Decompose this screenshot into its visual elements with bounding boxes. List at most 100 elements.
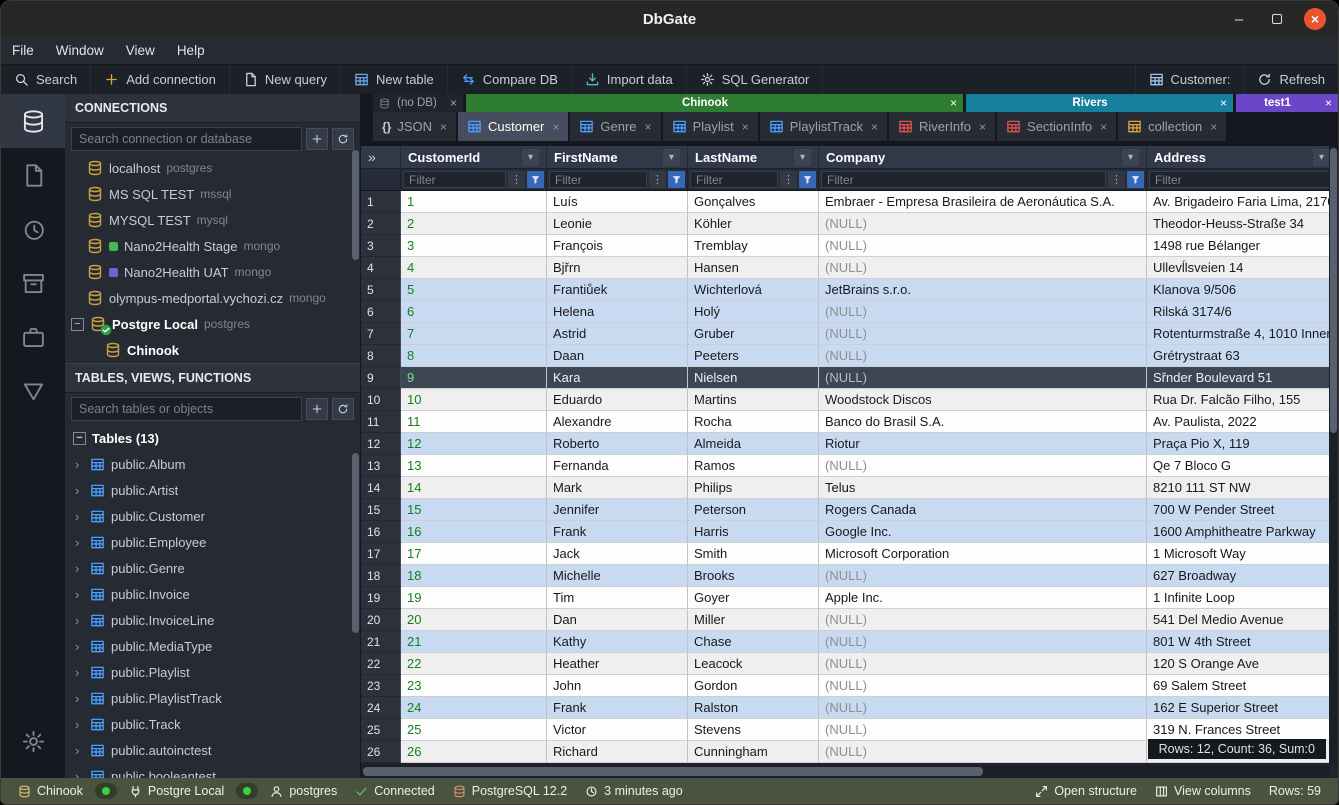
- cell[interactable]: Nielsen: [688, 367, 819, 389]
- filter-input-company[interactable]: [821, 171, 1106, 188]
- cell[interactable]: Chase: [688, 631, 819, 653]
- cell[interactable]: 20: [401, 609, 547, 631]
- toolbar-import-data[interactable]: Import data: [572, 65, 687, 94]
- cell[interactable]: Praça Pio X, 119: [1147, 433, 1338, 455]
- tables-scrollbar[interactable]: [352, 453, 359, 633]
- table-item-public-invoiceline[interactable]: ›public.InvoiceLine: [65, 607, 360, 633]
- connection-status-pill[interactable]: [236, 783, 258, 799]
- cell[interactable]: 21: [401, 631, 547, 653]
- row-number[interactable]: 21: [361, 631, 401, 653]
- status-postgre-local[interactable]: Postgre Local: [120, 784, 233, 798]
- cell[interactable]: 4: [401, 257, 547, 279]
- chevron-right-icon[interactable]: ›: [75, 639, 84, 654]
- toolbar-compare-db[interactable]: Compare DB: [448, 65, 572, 94]
- cell[interactable]: 801 W 4th Street: [1147, 631, 1338, 653]
- cell[interactable]: Tim: [547, 587, 688, 609]
- status-postgres[interactable]: postgres: [261, 784, 346, 798]
- cell[interactable]: 9: [401, 367, 547, 389]
- table-row[interactable]: 11LuísGonçalvesEmbraer - Empresa Brasile…: [361, 191, 1338, 213]
- cell[interactable]: Ralston: [688, 697, 819, 719]
- connection-olympus-medportal-vychozi-cz[interactable]: olympus-medportal.vychozi.czmongo: [65, 285, 360, 311]
- cell[interactable]: Kara: [547, 367, 688, 389]
- rail-file-button[interactable]: [1, 148, 65, 202]
- filter-input-address[interactable]: [1149, 171, 1335, 188]
- row-number[interactable]: 6: [361, 301, 401, 323]
- cell[interactable]: Ullevĺlsveien 14: [1147, 257, 1338, 279]
- table-item-public-booleantest[interactable]: ›public.booleantest: [65, 763, 360, 778]
- cell[interactable]: Helena: [547, 301, 688, 323]
- cell[interactable]: 319 N. Frances Street: [1147, 719, 1338, 741]
- tab-genre[interactable]: Genre×: [570, 112, 662, 141]
- cell[interactable]: Almeida: [688, 433, 819, 455]
- close-icon[interactable]: ×: [1208, 120, 1217, 134]
- column-header-address[interactable]: Address▾: [1147, 146, 1338, 168]
- table-row[interactable]: 88DaanPeeters(NULL)Grétrystraat 63: [361, 345, 1338, 367]
- cell[interactable]: Riotur: [819, 433, 1147, 455]
- cell[interactable]: (NULL): [819, 565, 1147, 587]
- cell[interactable]: 26: [401, 741, 547, 763]
- cell[interactable]: (NULL): [819, 235, 1147, 257]
- toolbar-search[interactable]: Search: [1, 65, 91, 94]
- column-header-company[interactable]: Company▾: [819, 146, 1147, 168]
- cell[interactable]: Theodor-Heuss-Straße 34: [1147, 213, 1338, 235]
- cell[interactable]: Eduardo: [547, 389, 688, 411]
- tab-customer[interactable]: Customer×: [458, 112, 570, 141]
- cell[interactable]: Holý: [688, 301, 819, 323]
- chevron-right-icon[interactable]: ›: [75, 691, 84, 706]
- cell[interactable]: Qe 7 Bloco G: [1147, 455, 1338, 477]
- cell[interactable]: 23: [401, 675, 547, 697]
- cell[interactable]: JetBrains s.r.o.: [819, 279, 1147, 301]
- cell[interactable]: Kathy: [547, 631, 688, 653]
- cell[interactable]: Astrid: [547, 323, 688, 345]
- table-row[interactable]: 1616FrankHarrisGoogle Inc.1600 Amphithea…: [361, 521, 1338, 543]
- table-row[interactable]: 2424FrankRalston(NULL)162 E Superior Str…: [361, 697, 1338, 719]
- status-view-columns[interactable]: View columns: [1146, 784, 1260, 798]
- status-rows-59[interactable]: Rows: 59: [1260, 784, 1330, 798]
- toolbar-customer[interactable]: Customer:: [1135, 65, 1244, 94]
- cell[interactable]: 3: [401, 235, 547, 257]
- row-number[interactable]: 14: [361, 477, 401, 499]
- row-number[interactable]: 9: [361, 367, 401, 389]
- table-row[interactable]: 99KaraNielsen(NULL)Sřnder Boulevard 51: [361, 367, 1338, 389]
- menu-dots-icon[interactable]: ⋮: [649, 171, 666, 188]
- cell[interactable]: Rua Dr. Falcão Filho, 155: [1147, 389, 1338, 411]
- menu-dots-icon[interactable]: ⋮: [1108, 171, 1125, 188]
- cell[interactable]: 6: [401, 301, 547, 323]
- row-number[interactable]: 11: [361, 411, 401, 433]
- table-item-public-album[interactable]: ›public.Album: [65, 451, 360, 477]
- chevron-right-icon[interactable]: ›: [75, 483, 84, 498]
- table-row[interactable]: 1717JackSmithMicrosoft Corporation1 Micr…: [361, 543, 1338, 565]
- row-number[interactable]: 26: [361, 741, 401, 763]
- row-number[interactable]: 3: [361, 235, 401, 257]
- cell[interactable]: Brooks: [688, 565, 819, 587]
- close-icon[interactable]: ×: [438, 120, 447, 134]
- cell[interactable]: (NULL): [819, 675, 1147, 697]
- status-connected[interactable]: Connected: [346, 784, 443, 798]
- refresh-tables-button[interactable]: [332, 398, 354, 420]
- menu-item-view[interactable]: View: [115, 38, 166, 63]
- connection-localhost[interactable]: localhostpostgres: [65, 155, 360, 181]
- chevron-right-icon[interactable]: ›: [75, 717, 84, 732]
- cell[interactable]: Woodstock Discos: [819, 389, 1147, 411]
- rail-briefcase-button[interactable]: [1, 310, 65, 364]
- chevron-right-icon[interactable]: ›: [75, 457, 84, 472]
- filter-funnel-icon[interactable]: [668, 171, 685, 188]
- cell[interactable]: Philips: [688, 477, 819, 499]
- table-row[interactable]: 1414MarkPhilipsTelus8210 111 ST NW: [361, 477, 1338, 499]
- filter-funnel-icon[interactable]: [527, 171, 544, 188]
- row-number[interactable]: 25: [361, 719, 401, 741]
- chevron-down-icon[interactable]: ▾: [1313, 149, 1330, 166]
- cell[interactable]: François: [547, 235, 688, 257]
- cell[interactable]: (NULL): [819, 367, 1147, 389]
- close-icon[interactable]: ×: [1319, 96, 1338, 110]
- cell[interactable]: Embraer - Empresa Brasileira de Aeronáut…: [819, 191, 1147, 213]
- cell[interactable]: 24: [401, 697, 547, 719]
- cell[interactable]: 120 S Orange Ave: [1147, 653, 1338, 675]
- table-row[interactable]: 33FrançoisTremblay(NULL)1498 rue Bélange…: [361, 235, 1338, 257]
- tab-json[interactable]: {}JSON×: [373, 112, 458, 141]
- close-icon[interactable]: ×: [944, 96, 963, 110]
- close-icon[interactable]: ×: [869, 120, 878, 134]
- cell[interactable]: Frantiůek: [547, 279, 688, 301]
- cell[interactable]: 1600 Amphitheatre Parkway: [1147, 521, 1338, 543]
- cell[interactable]: 13: [401, 455, 547, 477]
